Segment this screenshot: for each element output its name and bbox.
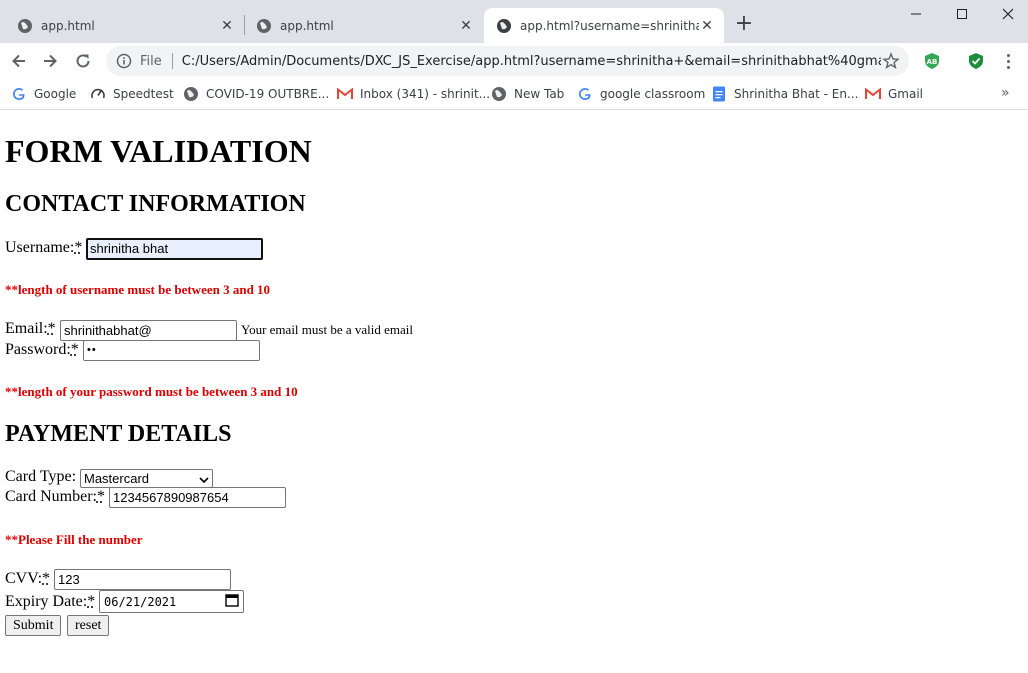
scheme-label: File xyxy=(140,53,162,69)
card-number-input[interactable]: 1234567890987654 xyxy=(109,487,286,508)
card-number-label: Card Number:* xyxy=(5,489,105,505)
gmail-icon xyxy=(337,86,353,102)
tab-title: app.html xyxy=(280,18,334,33)
expiry-date-input[interactable]: 06/21/2021 xyxy=(99,590,244,613)
tab-title: app.html xyxy=(41,18,95,33)
docs-icon xyxy=(711,86,727,102)
browser-toolbar: File C:/Users/Admin/Documents/DXC_JS_Exe… xyxy=(0,43,1028,79)
email-label: Email:* xyxy=(5,321,56,337)
adblock-extension-icon[interactable]: AB xyxy=(922,51,942,71)
speedtest-icon xyxy=(90,86,106,102)
contact-heading: CONTACT INFORMATION xyxy=(5,191,306,217)
globe-icon xyxy=(496,18,512,34)
email-input[interactable]: shrinithabhat@ xyxy=(60,320,237,341)
bookmark-shrinitha-doc[interactable]: Shrinitha Bhat - En... xyxy=(711,84,858,104)
card-type-label: Card Type: xyxy=(5,468,77,485)
info-icon[interactable] xyxy=(116,53,132,69)
username-label-text: Username: xyxy=(5,239,75,256)
email-hint: Your email must be a valid email xyxy=(241,322,413,337)
bookmark-star-icon[interactable] xyxy=(881,51,901,71)
username-label: Username:* xyxy=(5,240,82,256)
required-marker: * xyxy=(74,239,83,256)
tab-title: app.html?username=shrinitha+& xyxy=(520,18,699,33)
cvv-label-text: CVV: xyxy=(5,570,43,587)
bookmark-label: google classroom xyxy=(600,87,706,101)
cvv-label: CVV:* xyxy=(5,571,50,587)
globe-icon xyxy=(256,18,272,34)
shield-extension-icon[interactable] xyxy=(966,51,986,71)
expiry-date-value: 06/21/2021 xyxy=(104,594,177,609)
close-tab-icon[interactable]: ✕ xyxy=(219,18,235,34)
payment-heading: PAYMENT DETAILS xyxy=(5,421,232,447)
card-type-select[interactable]: Mastercard xyxy=(80,469,213,488)
card-number-error: **Please Fill the number xyxy=(5,532,143,547)
submit-button[interactable]: Submit xyxy=(5,615,62,636)
globe-icon xyxy=(183,86,199,102)
page-title: FORM VALIDATION xyxy=(5,133,312,169)
new-tab-button[interactable]: + xyxy=(733,13,755,36)
email-label-text: Email: xyxy=(5,320,48,337)
expiry-label-text: Expiry Date: xyxy=(5,593,88,610)
tab-strip: app.html ✕ app.html ✕ app.html?username=… xyxy=(0,0,1028,43)
address-bar[interactable]: File C:/Users/Admin/Documents/DXC_JS_Exe… xyxy=(106,46,909,76)
more-bookmarks-chevron-icon[interactable]: » xyxy=(1001,85,1010,101)
omnibox-divider xyxy=(171,53,173,69)
bookmark-label: New Tab xyxy=(514,87,565,101)
menu-kebab-icon[interactable] xyxy=(998,51,1018,71)
bookmark-covid[interactable]: COVID-19 OUTBRE... xyxy=(183,84,329,104)
username-error: **length of username must be between 3 a… xyxy=(5,282,271,297)
username-input[interactable]: shrinitha bhat xyxy=(86,238,263,260)
bookmark-speedtest[interactable]: Speedtest xyxy=(90,84,174,104)
bookmark-label: Gmail xyxy=(888,87,924,101)
required-marker: * xyxy=(42,570,51,587)
svg-text:AB: AB xyxy=(927,58,938,66)
google-g-icon xyxy=(577,86,593,102)
reset-button[interactable]: reset xyxy=(67,615,110,636)
close-window-icon[interactable] xyxy=(997,4,1019,24)
minimize-icon[interactable] xyxy=(905,4,927,24)
expiry-label: Expiry Date:* xyxy=(5,594,95,610)
reload-icon[interactable] xyxy=(71,49,95,73)
tab-1[interactable]: app.html ✕ xyxy=(0,8,244,43)
page-content: FORM VALIDATION CONTACT INFORMATION User… xyxy=(0,111,1028,673)
forward-arrow-icon[interactable] xyxy=(38,49,62,73)
maximize-icon[interactable] xyxy=(951,4,973,24)
password-label-text: Password: xyxy=(5,341,71,358)
close-tab-icon[interactable]: ✕ xyxy=(458,18,474,34)
bookmark-inbox[interactable]: Inbox (341) - shrinit... xyxy=(337,84,490,104)
gmail-icon xyxy=(865,86,881,102)
url-text[interactable]: C:/Users/Admin/Documents/DXC_JS_Exercise… xyxy=(182,54,881,69)
calendar-icon[interactable] xyxy=(225,593,239,610)
required-marker: * xyxy=(87,593,96,610)
password-label: Password:* xyxy=(5,342,79,358)
cvv-input[interactable]: 123 xyxy=(54,569,231,590)
bookmark-label: Speedtest xyxy=(113,87,174,101)
globe-icon xyxy=(17,18,33,34)
google-g-icon xyxy=(11,86,27,102)
tab-2[interactable]: app.html ✕ xyxy=(245,8,483,43)
bookmark-label: Shrinitha Bhat - En... xyxy=(734,87,859,101)
bookmark-label: COVID-19 OUTBRE... xyxy=(206,87,330,101)
back-arrow-icon[interactable] xyxy=(7,49,31,73)
bookmark-label: Inbox (341) - shrinit... xyxy=(360,87,491,101)
password-input[interactable]: •• xyxy=(83,340,260,361)
tab-3-active[interactable]: app.html?username=shrinitha+& ✕ xyxy=(484,8,724,43)
bookmark-google-classroom[interactable]: google classroom xyxy=(577,84,705,104)
bookmarks-bar: Google Speedtest COVID-19 OUTBRE... Inbo… xyxy=(0,79,1028,110)
required-marker: * xyxy=(47,320,56,337)
close-tab-icon[interactable]: ✕ xyxy=(699,18,715,34)
bookmark-new-tab[interactable]: New Tab xyxy=(491,84,564,104)
card-type-value: Mastercard xyxy=(84,471,150,486)
card-number-label-text: Card Number: xyxy=(5,488,97,505)
bookmark-gmail[interactable]: Gmail xyxy=(865,84,923,104)
globe-icon xyxy=(491,86,507,102)
bookmark-label: Google xyxy=(34,87,77,101)
chevron-down-icon xyxy=(199,471,209,486)
bookmark-google[interactable]: Google xyxy=(11,84,76,104)
required-marker: * xyxy=(96,488,105,505)
required-marker: * xyxy=(70,341,79,358)
password-error: **length of your password must be betwee… xyxy=(5,384,298,399)
